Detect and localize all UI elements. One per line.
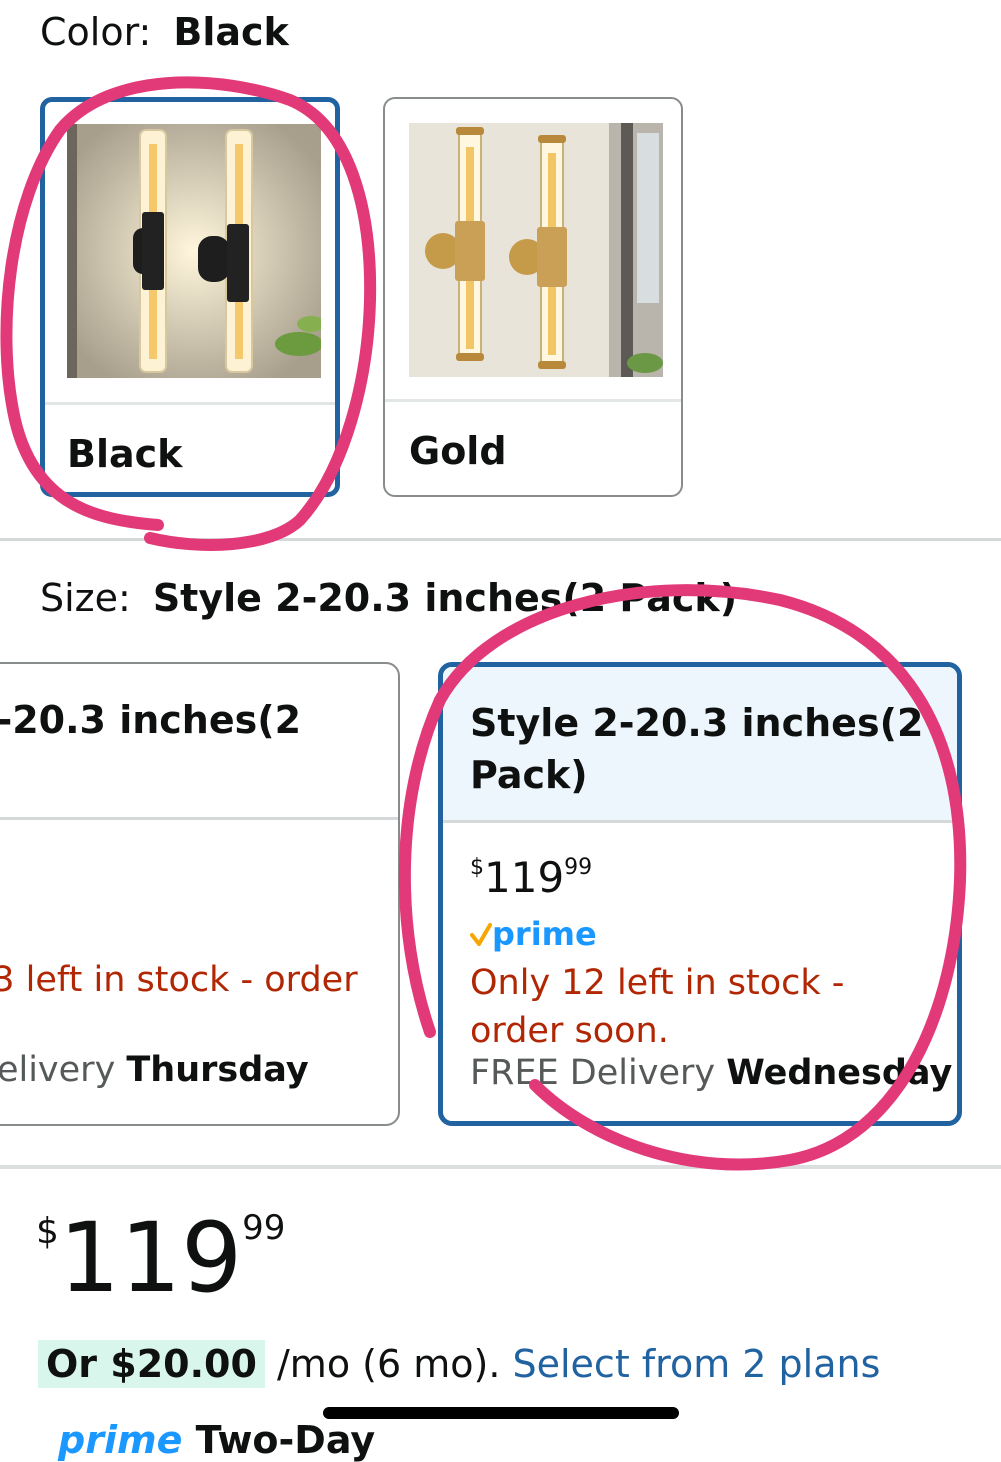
size-label-key: Size:: [40, 576, 131, 620]
stock-message: 13 left in stock - order: [0, 960, 358, 1000]
installment-plans-link[interactable]: Select from 2 plans: [512, 1342, 880, 1386]
delivery-prefix: FREE Delivery: [470, 1053, 716, 1093]
delivery-day: Wednesday: [726, 1053, 953, 1093]
color-label-key: Color:: [40, 10, 152, 54]
main-price: $11999: [36, 1210, 285, 1306]
installment-amount: Or $20.00: [38, 1340, 265, 1388]
delivery-prefix: Delivery: [0, 1050, 116, 1090]
size-option-title: 1-20.3 inches(2 ): [0, 698, 302, 742]
color-label-value: Black: [173, 10, 289, 54]
section-divider: [0, 1165, 1001, 1169]
stock-message: Only 12 left in stock - order soon.: [470, 963, 845, 1051]
size-option-divider: [443, 820, 957, 823]
size-label-value: Style 2-20.3 inches(2 Pack): [152, 576, 738, 620]
prime-badge: prime: [470, 915, 597, 955]
color-selector-label: Color: Black: [40, 10, 289, 54]
prime-two-day-line: prime Two-Day: [58, 1418, 375, 1462]
delivery-day: Thursday: [126, 1050, 309, 1090]
size-option-divider: [0, 817, 398, 820]
prime-logo-text: prime: [58, 1418, 183, 1462]
swatch-divider: [45, 402, 335, 405]
size-option-style-2[interactable]: Style 2-20.3 inches(2 Pack) $11999 prime…: [438, 662, 962, 1126]
section-divider: [0, 538, 1001, 541]
black-wall-sconce-image: [67, 124, 321, 378]
main-price-currency: $: [36, 1211, 59, 1252]
size-selector-label: Size: Style 2-20.3 inches(2 Pack): [40, 576, 737, 620]
swatch-divider: [385, 399, 681, 402]
installment-offer: Or $20.00 /mo (6 mo). Select from 2 plan…: [38, 1340, 880, 1388]
price-fraction: 99: [564, 855, 593, 880]
color-option-gold[interactable]: Gold: [383, 97, 683, 497]
color-option-black[interactable]: Black: [40, 97, 340, 497]
delivery-info: Delivery Thursday: [0, 1050, 309, 1090]
size-option-header: 1-20.3 inches(2 ): [0, 664, 398, 819]
prime-check-icon: [470, 923, 492, 946]
gold-wall-sconce-image: [409, 123, 663, 377]
color-option-label: Black: [67, 432, 183, 476]
size-option-title: Style 2-20.3 inches(2 Pack): [470, 701, 924, 797]
size-option-header: Style 2-20.3 inches(2 Pack): [443, 667, 957, 822]
price-currency: $: [470, 855, 484, 880]
home-indicator[interactable]: [323, 1407, 679, 1419]
price-whole: 119: [484, 853, 565, 902]
two-day-text: Two-Day: [195, 1418, 376, 1462]
main-price-fraction: 99: [242, 1208, 286, 1248]
delivery-info: FREE Delivery Wednesday: [470, 1053, 952, 1093]
color-option-label: Gold: [409, 429, 507, 473]
size-option-style-1[interactable]: 1-20.3 inches(2 ) ͻ e 13 left in stock -…: [0, 662, 400, 1126]
prime-text: prime: [492, 915, 597, 953]
main-price-whole: 119: [58, 1202, 243, 1314]
installment-terms: /mo (6 mo).: [264, 1342, 513, 1386]
size-option-price: $11999: [470, 853, 592, 902]
